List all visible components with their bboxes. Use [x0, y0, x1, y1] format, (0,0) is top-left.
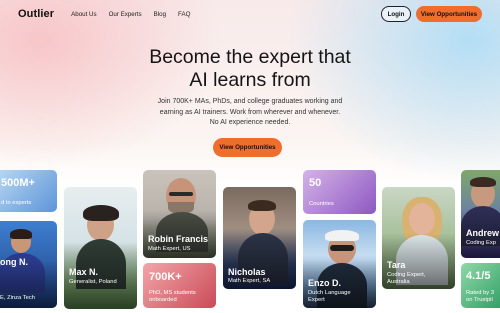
expert-card-nicholas: Nicholas Math Expert, SA [223, 187, 296, 289]
view-opportunities-nav-button[interactable]: View Opportunities [416, 6, 482, 22]
hero-subtitle-line-1: Join 700K+ MAs, PhDs, and college gradua… [157, 98, 343, 105]
nav-actions: Login View Opportunities [381, 6, 482, 22]
expert-card-zinza: ong N. E, Zinza Tech [0, 221, 57, 308]
stat-card-700k: 700K+ PhD, MS students onboarded [143, 263, 216, 308]
view-opportunities-hero-button[interactable]: View Opportunities [213, 138, 282, 157]
stat-label-2: on Trustpil [466, 297, 493, 303]
expert-card-robin: Robin Francis Math Expert, US [143, 170, 216, 258]
expert-card-max: Max N. Generalist, Poland [64, 187, 137, 309]
hero-subtitle-line-3: No AI experience needed. [209, 119, 291, 126]
login-button[interactable]: Login [381, 6, 411, 22]
stat-label: d to experts [1, 200, 32, 206]
nav-link-faq[interactable]: FAQ [178, 11, 190, 18]
nav-link-about-us[interactable]: About Us [71, 11, 96, 18]
hero-title-line-1: Become the expert that [149, 46, 351, 68]
expert-role-2: Expert [308, 297, 325, 303]
stat-label: Countries [309, 201, 334, 207]
expert-name: Robin Francis [148, 234, 209, 244]
expert-card-andrew: Andrew Coding Exp [461, 170, 500, 258]
stat-card-500m: 500M+ d to experts [0, 170, 57, 212]
nav-link-our-experts[interactable]: Our Experts [109, 11, 142, 18]
stat-value: 700K+ [149, 271, 182, 283]
stat-value: 50 [309, 177, 322, 189]
stat-label-1: Rated by 3 [466, 290, 495, 296]
nav-link-blog[interactable]: Blog [154, 11, 166, 18]
hero-subtitle: Join 700K+ MAs, PhDs, and college gradua… [140, 97, 360, 129]
nav-links: About Us Our Experts Blog FAQ [71, 11, 190, 18]
stat-card-50: 50 Countries [303, 170, 376, 214]
stat-value: 4.1/5 [466, 270, 491, 282]
stat-card-rating: 4.1/5 Rated by 3 on Trustpil [461, 263, 500, 308]
expert-card-enzo: Enzo D. Dutch Language Expert [303, 220, 376, 308]
expert-role-2: Australia [387, 279, 410, 285]
expert-role: Math Expert, SA [228, 278, 271, 284]
expert-name: ong N. [0, 257, 28, 267]
expert-role: Math Expert, US [148, 246, 191, 252]
expert-role: E, Zinza Tech [0, 295, 36, 301]
expert-name: Enzo D. [308, 278, 341, 288]
expert-name: Andrew [466, 228, 500, 238]
expert-name: Max N. [69, 267, 99, 277]
stat-label-2: onboarded [149, 297, 177, 303]
expert-role-1: Dutch Language [308, 290, 351, 296]
expert-role-1: Coding Expert, [387, 272, 426, 278]
hero-title-line-2: AI learns from [189, 69, 311, 91]
stat-label-1: PhD, MS students [149, 290, 196, 296]
expert-card-tara: Tara Coding Expert, Australia [382, 187, 455, 289]
top-nav: Outlier About Us Our Experts Blog FAQ Lo… [0, 0, 500, 28]
expert-name: Nicholas [228, 267, 266, 277]
outlier-logo[interactable]: Outlier [18, 8, 54, 20]
hero-title: Become the expert that AI learns from [0, 46, 500, 92]
expert-name: Tara [387, 260, 406, 270]
expert-role: Generalist, Poland [69, 279, 117, 285]
expert-role: Coding Exp [466, 240, 496, 246]
hero-subtitle-line-2: earning as AI trainers. Work from wherev… [159, 108, 341, 116]
stat-value: 500M+ [1, 177, 35, 189]
